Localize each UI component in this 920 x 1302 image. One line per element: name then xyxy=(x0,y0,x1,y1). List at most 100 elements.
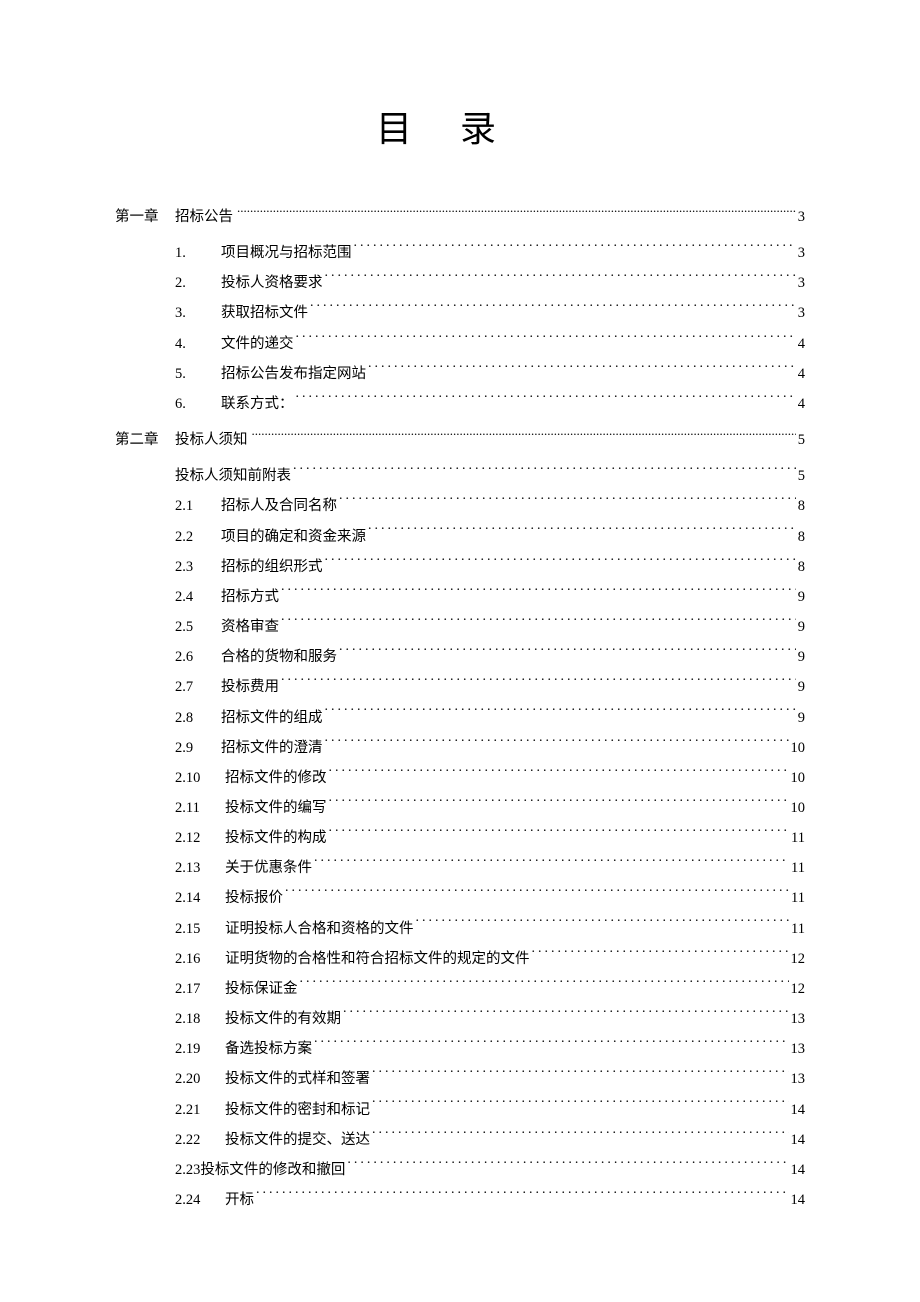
toc-item-row: 4.文件的递交4 xyxy=(115,329,805,359)
toc-leader xyxy=(310,303,796,318)
toc-item-row: 2.12投标文件的构成11 xyxy=(115,823,805,853)
toc-leader xyxy=(296,333,796,348)
chapter-title: 投标人须知 xyxy=(175,425,248,455)
item-number: 2.18 xyxy=(175,1004,225,1034)
item-text: 招标公告发布指定网站 xyxy=(221,359,366,389)
item-page: 13 xyxy=(791,1064,806,1094)
item-page: 13 xyxy=(791,1034,806,1064)
item-number: 5. xyxy=(175,359,221,389)
item-number: 2.20 xyxy=(175,1064,225,1094)
item-number: 2.14 xyxy=(175,883,225,913)
toc-leader xyxy=(532,948,789,963)
toc-leader xyxy=(300,978,789,993)
toc-item-row: 2.17投标保证金12 xyxy=(115,974,805,1004)
item-text: 投标文件的构成 xyxy=(225,823,327,853)
item-page: 10 xyxy=(791,793,806,823)
item-text: 投标文件的式样和签署 xyxy=(225,1064,370,1094)
item-number: 2.11 xyxy=(175,793,225,823)
toc-leader xyxy=(325,273,796,288)
toc-container: 第一章招标公告31.项目概况与招标范围32.投标人资格要求33.获取招标文件34… xyxy=(115,202,805,1215)
item-text: 证明货物的合格性和符合招标文件的规定的文件 xyxy=(225,944,530,974)
item-text: 招标人及合同名称 xyxy=(221,491,337,521)
chapter-page: 3 xyxy=(798,202,805,232)
item-page: 11 xyxy=(791,914,805,944)
toc-leader xyxy=(285,888,789,903)
toc-item-row: 2.5资格审查 9 xyxy=(115,612,805,642)
item-page: 12 xyxy=(791,944,806,974)
item-number: 2.22 xyxy=(175,1125,225,1155)
item-page: 10 xyxy=(791,763,806,793)
toc-leader xyxy=(325,556,796,571)
toc-leader xyxy=(347,1159,788,1174)
toc-leader xyxy=(329,767,789,782)
toc-chapter-row: 第二章投标人须知5 xyxy=(115,425,805,455)
item-text: 备选投标方案 xyxy=(225,1034,312,1064)
toc-item-row: 2.3招标的组织形式8 xyxy=(115,552,805,582)
item-page: 11 xyxy=(791,883,805,913)
item-text: 投标文件的编写 xyxy=(225,793,327,823)
toc-item-row: 2.6合格的货物和服务9 xyxy=(115,642,805,672)
item-text: 证明投标人合格和资格的文件 xyxy=(225,914,414,944)
title-char-2: 录 xyxy=(460,109,544,149)
item-text: 招标方式 xyxy=(221,582,279,612)
toc-leader xyxy=(372,1099,789,1114)
toc-leader xyxy=(314,1039,789,1054)
item-number: 2.19 xyxy=(175,1034,225,1064)
item-text: 投标文件的有效期 xyxy=(225,1004,341,1034)
toc-leader xyxy=(281,617,796,632)
item-number: 2.2 xyxy=(175,522,221,552)
item-page: 8 xyxy=(798,522,805,552)
toc-leader xyxy=(325,707,796,722)
toc-leader xyxy=(416,918,790,933)
item-text: 投标文件的修改和撤回 xyxy=(200,1155,345,1185)
toc-leader xyxy=(314,858,789,873)
item-number: 2.13 xyxy=(175,853,225,883)
document-page: 目录 第一章招标公告31.项目概况与招标范围32.投标人资格要求33.获取招标文… xyxy=(0,0,920,1295)
item-page: 8 xyxy=(798,491,805,521)
toc-item-row: 2.14投标报价11 xyxy=(115,883,805,913)
item-text: 联系方式： xyxy=(221,389,294,419)
toc-item-row: 6.联系方式：4 xyxy=(115,389,805,419)
toc-chapter-row: 第一章招标公告3 xyxy=(115,202,805,232)
item-page: 9 xyxy=(798,672,805,702)
toc-leader xyxy=(339,647,796,662)
toc-item-row: 2.24开标14 xyxy=(115,1185,805,1215)
item-text: 投标保证金 xyxy=(225,974,298,1004)
item-number: 2.5 xyxy=(175,612,221,642)
toc-leader xyxy=(329,828,790,843)
toc-leader xyxy=(237,207,796,222)
toc-item-row: 2.13关于优惠条件11 xyxy=(115,853,805,883)
toc-item-row: 5.招标公告发布指定网站4 xyxy=(115,359,805,389)
item-text: 投标文件的提交、送达 xyxy=(225,1125,370,1155)
item-page: 10 xyxy=(791,733,806,763)
item-number: 4. xyxy=(175,329,221,359)
toc-item-row: 3.获取招标文件3 xyxy=(115,298,805,328)
item-number: 2.9 xyxy=(175,733,221,763)
item-number: 2.10 xyxy=(175,763,225,793)
toc-leader xyxy=(281,677,796,692)
item-number: 3. xyxy=(175,298,221,328)
toc-leader xyxy=(329,797,789,812)
item-page: 9 xyxy=(798,642,805,672)
toc-item-row: 1.项目概况与招标范围3 xyxy=(115,238,805,268)
item-text: 资格审查 xyxy=(221,612,279,642)
toc-item-row: 2.2 项目的确定和资金来源 8 xyxy=(115,522,805,552)
item-number: 2.12 xyxy=(175,823,225,853)
toc-item-row: 2.4招标方式9 xyxy=(115,582,805,612)
toc-item-row: 投标人须知前附表5 xyxy=(115,461,805,491)
item-text: 投标人须知前附表 xyxy=(175,461,291,491)
toc-leader xyxy=(339,496,796,511)
item-page: 12 xyxy=(791,974,806,1004)
toc-item-row: 2.10招标文件的修改10 xyxy=(115,763,805,793)
toc-item-row: 2.1招标人及合同名称8 xyxy=(115,491,805,521)
item-text: 获取招标文件 xyxy=(221,298,308,328)
item-number: 2. xyxy=(175,268,221,298)
item-number: 2.16 xyxy=(175,944,225,974)
toc-item-row: 2.20投标文件的式样和签署 13 xyxy=(115,1064,805,1094)
item-page: 9 xyxy=(798,703,805,733)
chapter-page: 5 xyxy=(798,425,805,455)
toc-leader xyxy=(256,1190,789,1205)
toc-item-row: 2.15证明投标人合格和资格的文件11 xyxy=(115,914,805,944)
item-page: 9 xyxy=(798,612,805,642)
item-text: 项目的确定和资金来源 xyxy=(221,522,366,552)
